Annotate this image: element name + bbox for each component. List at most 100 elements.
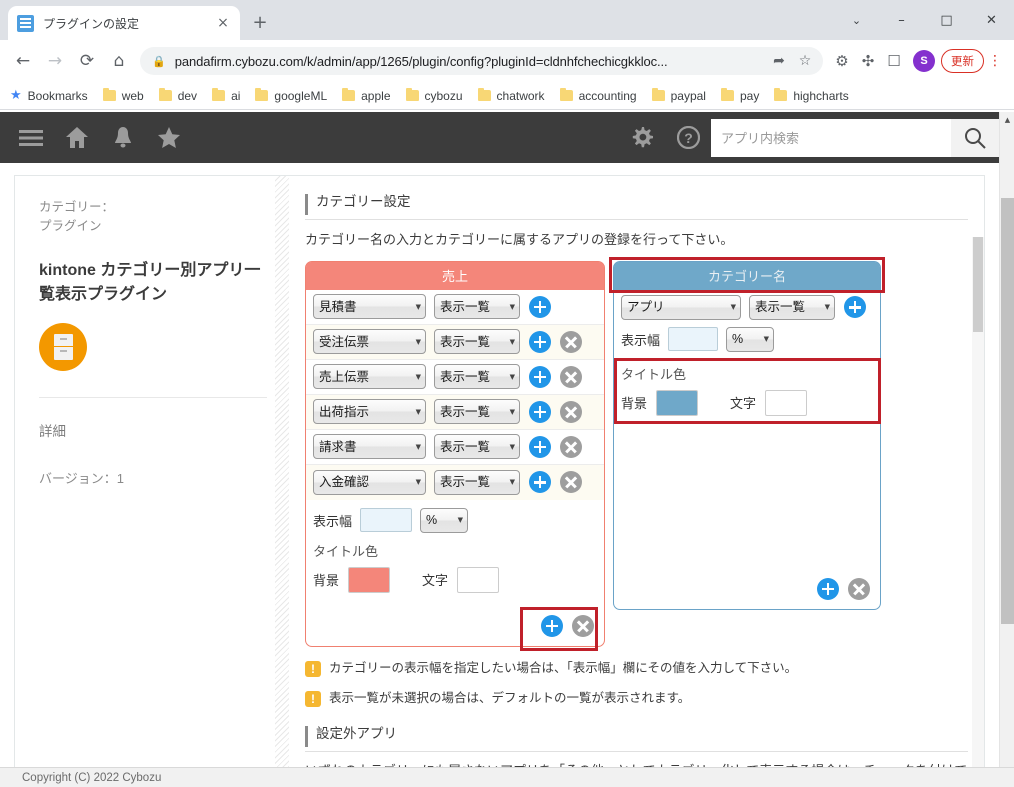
view-select[interactable]: 表示一覧 <box>434 364 520 389</box>
background-color-swatch[interactable] <box>348 567 390 593</box>
plus-icon[interactable] <box>529 331 551 353</box>
reload-icon[interactable]: ⟳ <box>72 46 102 76</box>
bookmark-label: apple <box>361 89 390 103</box>
window-close-icon[interactable]: ✕ <box>969 0 1014 40</box>
update-button[interactable]: 更新 <box>941 49 984 73</box>
bookmark-label: paypal <box>671 89 706 103</box>
view-select[interactable]: 表示一覧 <box>434 294 520 319</box>
new-tab-button[interactable]: + <box>246 9 274 37</box>
category-panel-header-highlighted[interactable]: カテゴリー名 <box>614 262 880 290</box>
remove-icon[interactable] <box>560 436 582 458</box>
section-title-unconfigured: 設定外アプリ <box>305 726 968 747</box>
bookmark-item[interactable]: chatwork <box>478 89 545 103</box>
background-color-swatch[interactable] <box>656 390 698 416</box>
plus-icon[interactable] <box>844 296 866 318</box>
remove-icon[interactable] <box>572 615 594 637</box>
minimize-icon[interactable]: – <box>879 0 924 40</box>
plus-icon[interactable] <box>541 615 563 637</box>
gear-icon[interactable]: ⚙ <box>829 48 855 74</box>
home-icon[interactable] <box>54 112 100 163</box>
plus-icon[interactable] <box>529 296 551 318</box>
share-icon[interactable]: ➦ <box>767 49 791 73</box>
display-width-input[interactable] <box>360 508 412 532</box>
folder-icon <box>406 90 419 101</box>
bookmark-star-icon[interactable]: ☆ <box>793 49 817 73</box>
bookmark-item[interactable]: paypal <box>652 89 706 103</box>
bell-icon[interactable] <box>100 112 146 163</box>
view-select-wrapper: 表示一覧 <box>434 399 520 424</box>
folder-icon <box>103 90 116 101</box>
app-select[interactable]: 見積書 <box>313 294 426 319</box>
unit-select[interactable]: % <box>420 508 468 533</box>
scroll-up-icon[interactable]: ▲ <box>1000 112 1014 127</box>
help-icon[interactable]: ? <box>665 112 711 163</box>
plugin-detail-link[interactable]: 詳細 <box>39 420 267 440</box>
menu-kebab-icon[interactable]: ⋮ <box>984 48 1006 74</box>
bookmark-item[interactable]: dev <box>159 89 197 103</box>
inner-scrollbar[interactable] <box>972 237 984 771</box>
folder-icon <box>159 90 172 101</box>
gear-icon[interactable] <box>619 112 665 163</box>
home-icon[interactable]: ⌂ <box>104 46 134 76</box>
view-select-wrapper: 表示一覧 <box>749 295 835 320</box>
plus-icon[interactable] <box>529 366 551 388</box>
back-icon[interactable]: ← <box>8 46 38 76</box>
unit-select[interactable]: % <box>726 327 774 352</box>
view-select[interactable]: 表示一覧 <box>434 329 520 354</box>
text-color-swatch[interactable] <box>765 390 807 416</box>
inner-scrollbar-thumb[interactable] <box>973 237 983 332</box>
app-select[interactable]: 売上伝票 <box>313 364 426 389</box>
view-select[interactable]: 表示一覧 <box>434 470 520 495</box>
background-color-label: 背景 <box>621 393 647 412</box>
remove-icon[interactable] <box>848 578 870 600</box>
side-panel-icon[interactable]: ☐ <box>881 48 907 74</box>
bookmark-label: chatwork <box>497 89 545 103</box>
page-scrollbar[interactable]: ▲ ▼ <box>999 112 1014 787</box>
app-select[interactable]: 出荷指示 <box>313 399 426 424</box>
close-icon[interactable]: × <box>215 15 231 31</box>
bookmark-label: cybozu <box>425 89 463 103</box>
bookmark-item[interactable]: web <box>103 89 144 103</box>
display-width-input[interactable] <box>668 327 718 351</box>
remove-icon[interactable] <box>560 471 582 493</box>
app-select[interactable]: 請求書 <box>313 434 426 459</box>
browser-tab[interactable]: プラグインの設定 × <box>8 6 240 40</box>
address-bar[interactable]: 🔒 pandafirm.cybozu.com/k/admin/app/1265/… <box>140 47 823 75</box>
plus-icon[interactable] <box>529 471 551 493</box>
text-color-label: 文字 <box>422 570 448 589</box>
menu-icon[interactable] <box>8 112 54 163</box>
puzzle-icon[interactable]: ✣ <box>855 48 881 74</box>
bookmark-item[interactable]: ★ Bookmarks <box>10 88 88 103</box>
app-select[interactable]: 入金確認 <box>313 470 426 495</box>
remove-icon[interactable] <box>560 331 582 353</box>
bookmark-item[interactable]: ai <box>212 89 240 103</box>
plus-icon[interactable] <box>529 401 551 423</box>
text-color-label: 文字 <box>730 393 756 412</box>
text-color-swatch[interactable] <box>457 567 499 593</box>
page-scrollbar-thumb[interactable] <box>1001 198 1014 624</box>
view-select[interactable]: 表示一覧 <box>749 295 835 320</box>
view-select[interactable]: 表示一覧 <box>434 434 520 459</box>
search-button[interactable] <box>951 119 999 157</box>
maximize-icon[interactable]: □ <box>924 0 969 40</box>
bookmark-item[interactable]: pay <box>721 89 759 103</box>
app-select[interactable]: アプリ <box>621 295 741 320</box>
star-icon[interactable] <box>146 112 192 163</box>
bookmark-item[interactable]: apple <box>342 89 390 103</box>
search-input[interactable]: アプリ内検索 <box>711 119 951 157</box>
plus-icon[interactable] <box>817 578 839 600</box>
chevron-down-icon[interactable]: ⌄ <box>834 0 879 40</box>
app-select-wrapper: 売上伝票 <box>313 364 426 389</box>
forward-icon[interactable]: → <box>40 46 70 76</box>
avatar[interactable]: S <box>913 50 935 72</box>
bookmark-item[interactable]: googleML <box>255 89 327 103</box>
view-select-wrapper: 表示一覧 <box>434 294 520 319</box>
bookmark-item[interactable]: cybozu <box>406 89 463 103</box>
remove-icon[interactable] <box>560 401 582 423</box>
remove-icon[interactable] <box>560 366 582 388</box>
view-select[interactable]: 表示一覧 <box>434 399 520 424</box>
bookmark-item[interactable]: highcharts <box>774 89 848 103</box>
bookmark-item[interactable]: accounting <box>560 89 637 103</box>
app-select[interactable]: 受注伝票 <box>313 329 426 354</box>
plus-icon[interactable] <box>529 436 551 458</box>
